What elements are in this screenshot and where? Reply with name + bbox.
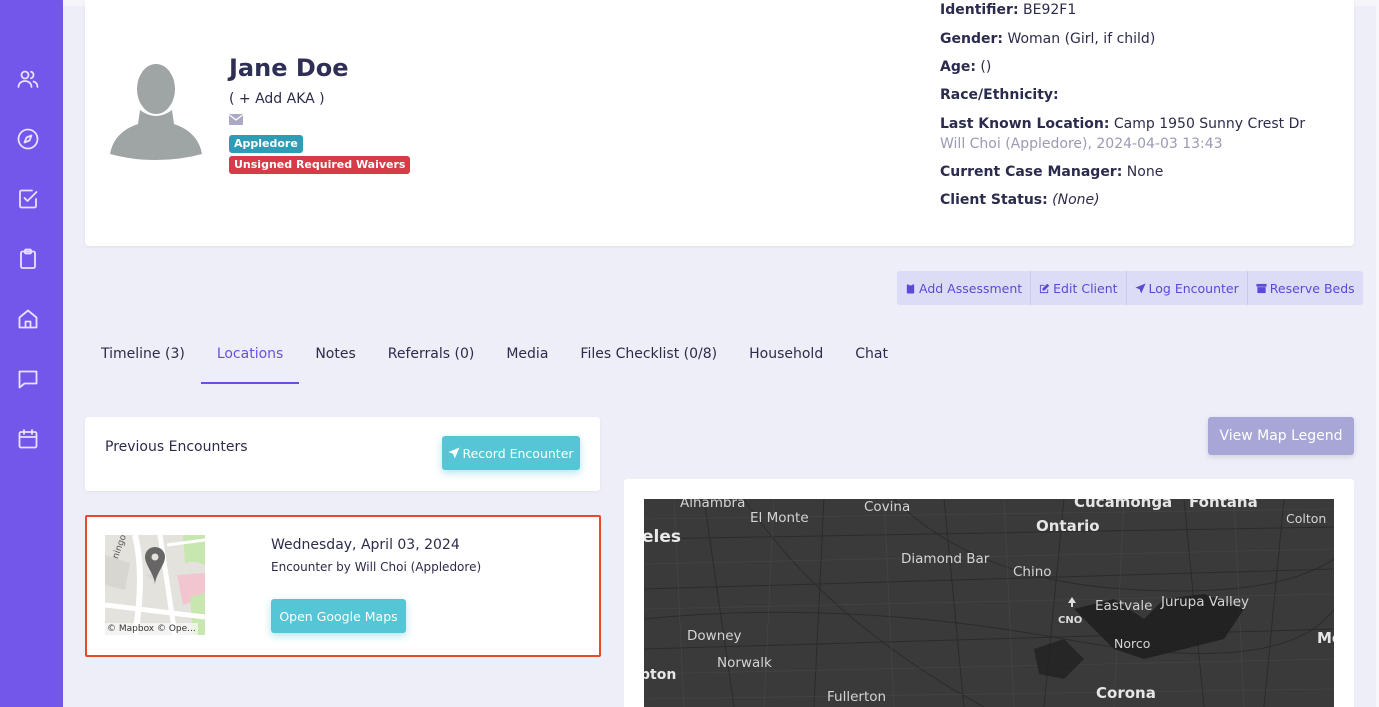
tab-notes[interactable]: Notes — [299, 330, 371, 384]
clipboard-icon[interactable] — [14, 245, 42, 273]
users-icon[interactable] — [14, 65, 42, 93]
encounters-header-card: Previous Encounters Record Encounter — [85, 417, 600, 491]
checkbox-icon[interactable] — [14, 185, 42, 213]
map-label: Chino — [1013, 564, 1052, 580]
tab-timeline[interactable]: Timeline (3) — [85, 330, 201, 384]
map-label: Ontario — [1036, 517, 1100, 535]
log-encounter-button[interactable]: Log Encounter — [1127, 271, 1248, 305]
identifier-row: Identifier: BE92F1 — [940, 2, 1077, 18]
location-row: Last Known Location: Camp 1950 Sunny Cre… — [940, 116, 1306, 132]
tab-locations[interactable]: Locations — [200, 330, 300, 384]
action-bar: Add Assessment Edit Client Log Encounter… — [897, 271, 1363, 305]
map-label: Colton — [1286, 511, 1327, 526]
encounter-item: ningo Rd © Mapbox © Ope... Wednesday, Ap… — [85, 515, 601, 657]
clipboard-icon — [906, 282, 915, 294]
encounters-title: Previous Encounters — [105, 439, 248, 455]
calendar-icon[interactable] — [14, 425, 42, 453]
location-sub: Will Choi (Appledore), 2024-04-03 13:43 — [940, 136, 1223, 152]
add-assessment-button[interactable]: Add Assessment — [897, 271, 1032, 305]
gender-row: Gender: Woman (Girl, if child) — [940, 31, 1156, 47]
map-label: Alhambra — [680, 499, 746, 511]
map-label: Cucamonga — [1074, 499, 1173, 511]
map-label: Mo — [1317, 629, 1334, 647]
encounter-date: Wednesday, April 03, 2024 — [271, 537, 460, 553]
map-label: Fontana — [1189, 499, 1258, 511]
airport-icon — [1068, 597, 1076, 607]
org-badge: Appledore — [229, 135, 303, 153]
tab-media[interactable]: Media — [490, 330, 564, 384]
tab-chat[interactable]: Chat — [839, 330, 904, 384]
map-label: El Monte — [750, 510, 809, 526]
map-label: pton — [644, 667, 677, 683]
home-icon[interactable] — [14, 305, 42, 333]
map-label: Diamond Bar — [901, 551, 990, 567]
encounter-author: Encounter by Will Choi (Appledore) — [271, 560, 482, 574]
compass-icon[interactable] — [14, 125, 42, 153]
reserve-beds-button[interactable]: Reserve Beds — [1248, 271, 1363, 305]
mail-icon[interactable] — [229, 114, 243, 125]
map-label: Fullerton — [827, 689, 887, 705]
tab-bar: Timeline (3) Locations Notes Referrals (… — [85, 330, 904, 384]
map-label: CNO — [1058, 615, 1083, 626]
status-row: Client Status: (None) — [940, 192, 1100, 208]
record-encounter-button[interactable]: Record Encounter — [442, 436, 580, 470]
tab-referrals[interactable]: Referrals (0) — [372, 330, 491, 384]
map-label: Corona — [1096, 684, 1156, 702]
map-thumbnail[interactable]: ningo Rd © Mapbox © Ope... — [105, 535, 205, 635]
tab-files-checklist[interactable]: Files Checklist (0/8) — [564, 330, 733, 384]
map-label: Norwalk — [717, 655, 772, 671]
avatar — [110, 64, 202, 160]
chat-icon[interactable] — [14, 365, 42, 393]
map-label: Covina — [864, 499, 911, 515]
add-aka-link[interactable]: ( + Add AKA ) — [229, 91, 325, 107]
send-icon — [448, 447, 460, 459]
map-label: Norco — [1114, 636, 1151, 651]
map-label: Downey — [687, 628, 742, 644]
send-icon — [1134, 282, 1146, 294]
client-name: Jane Doe — [229, 54, 349, 82]
tab-household[interactable]: Household — [733, 330, 839, 384]
open-google-maps-button[interactable]: Open Google Maps — [271, 599, 406, 633]
map-credit: © Mapbox © Ope... — [105, 623, 198, 635]
race-row: Race/Ethnicity: — [940, 87, 1059, 103]
waiver-badge: Unsigned Required Waivers — [229, 156, 411, 174]
archive-icon — [1256, 283, 1267, 293]
map-label: eles — [644, 527, 682, 547]
map-label: Eastvale — [1095, 598, 1153, 614]
case-manager-row: Current Case Manager: None — [940, 164, 1164, 180]
view-map-legend-button[interactable]: View Map Legend — [1208, 417, 1354, 455]
map-label: Jurupa Valley — [1161, 594, 1250, 610]
edit-icon — [1040, 283, 1050, 293]
age-row: Age: () — [940, 59, 992, 75]
edit-client-button[interactable]: Edit Client — [1031, 271, 1127, 305]
sidebar — [0, 0, 63, 707]
map-view[interactable]: Alhambra El Monte Covina Cucamonga Fonta… — [644, 499, 1334, 707]
